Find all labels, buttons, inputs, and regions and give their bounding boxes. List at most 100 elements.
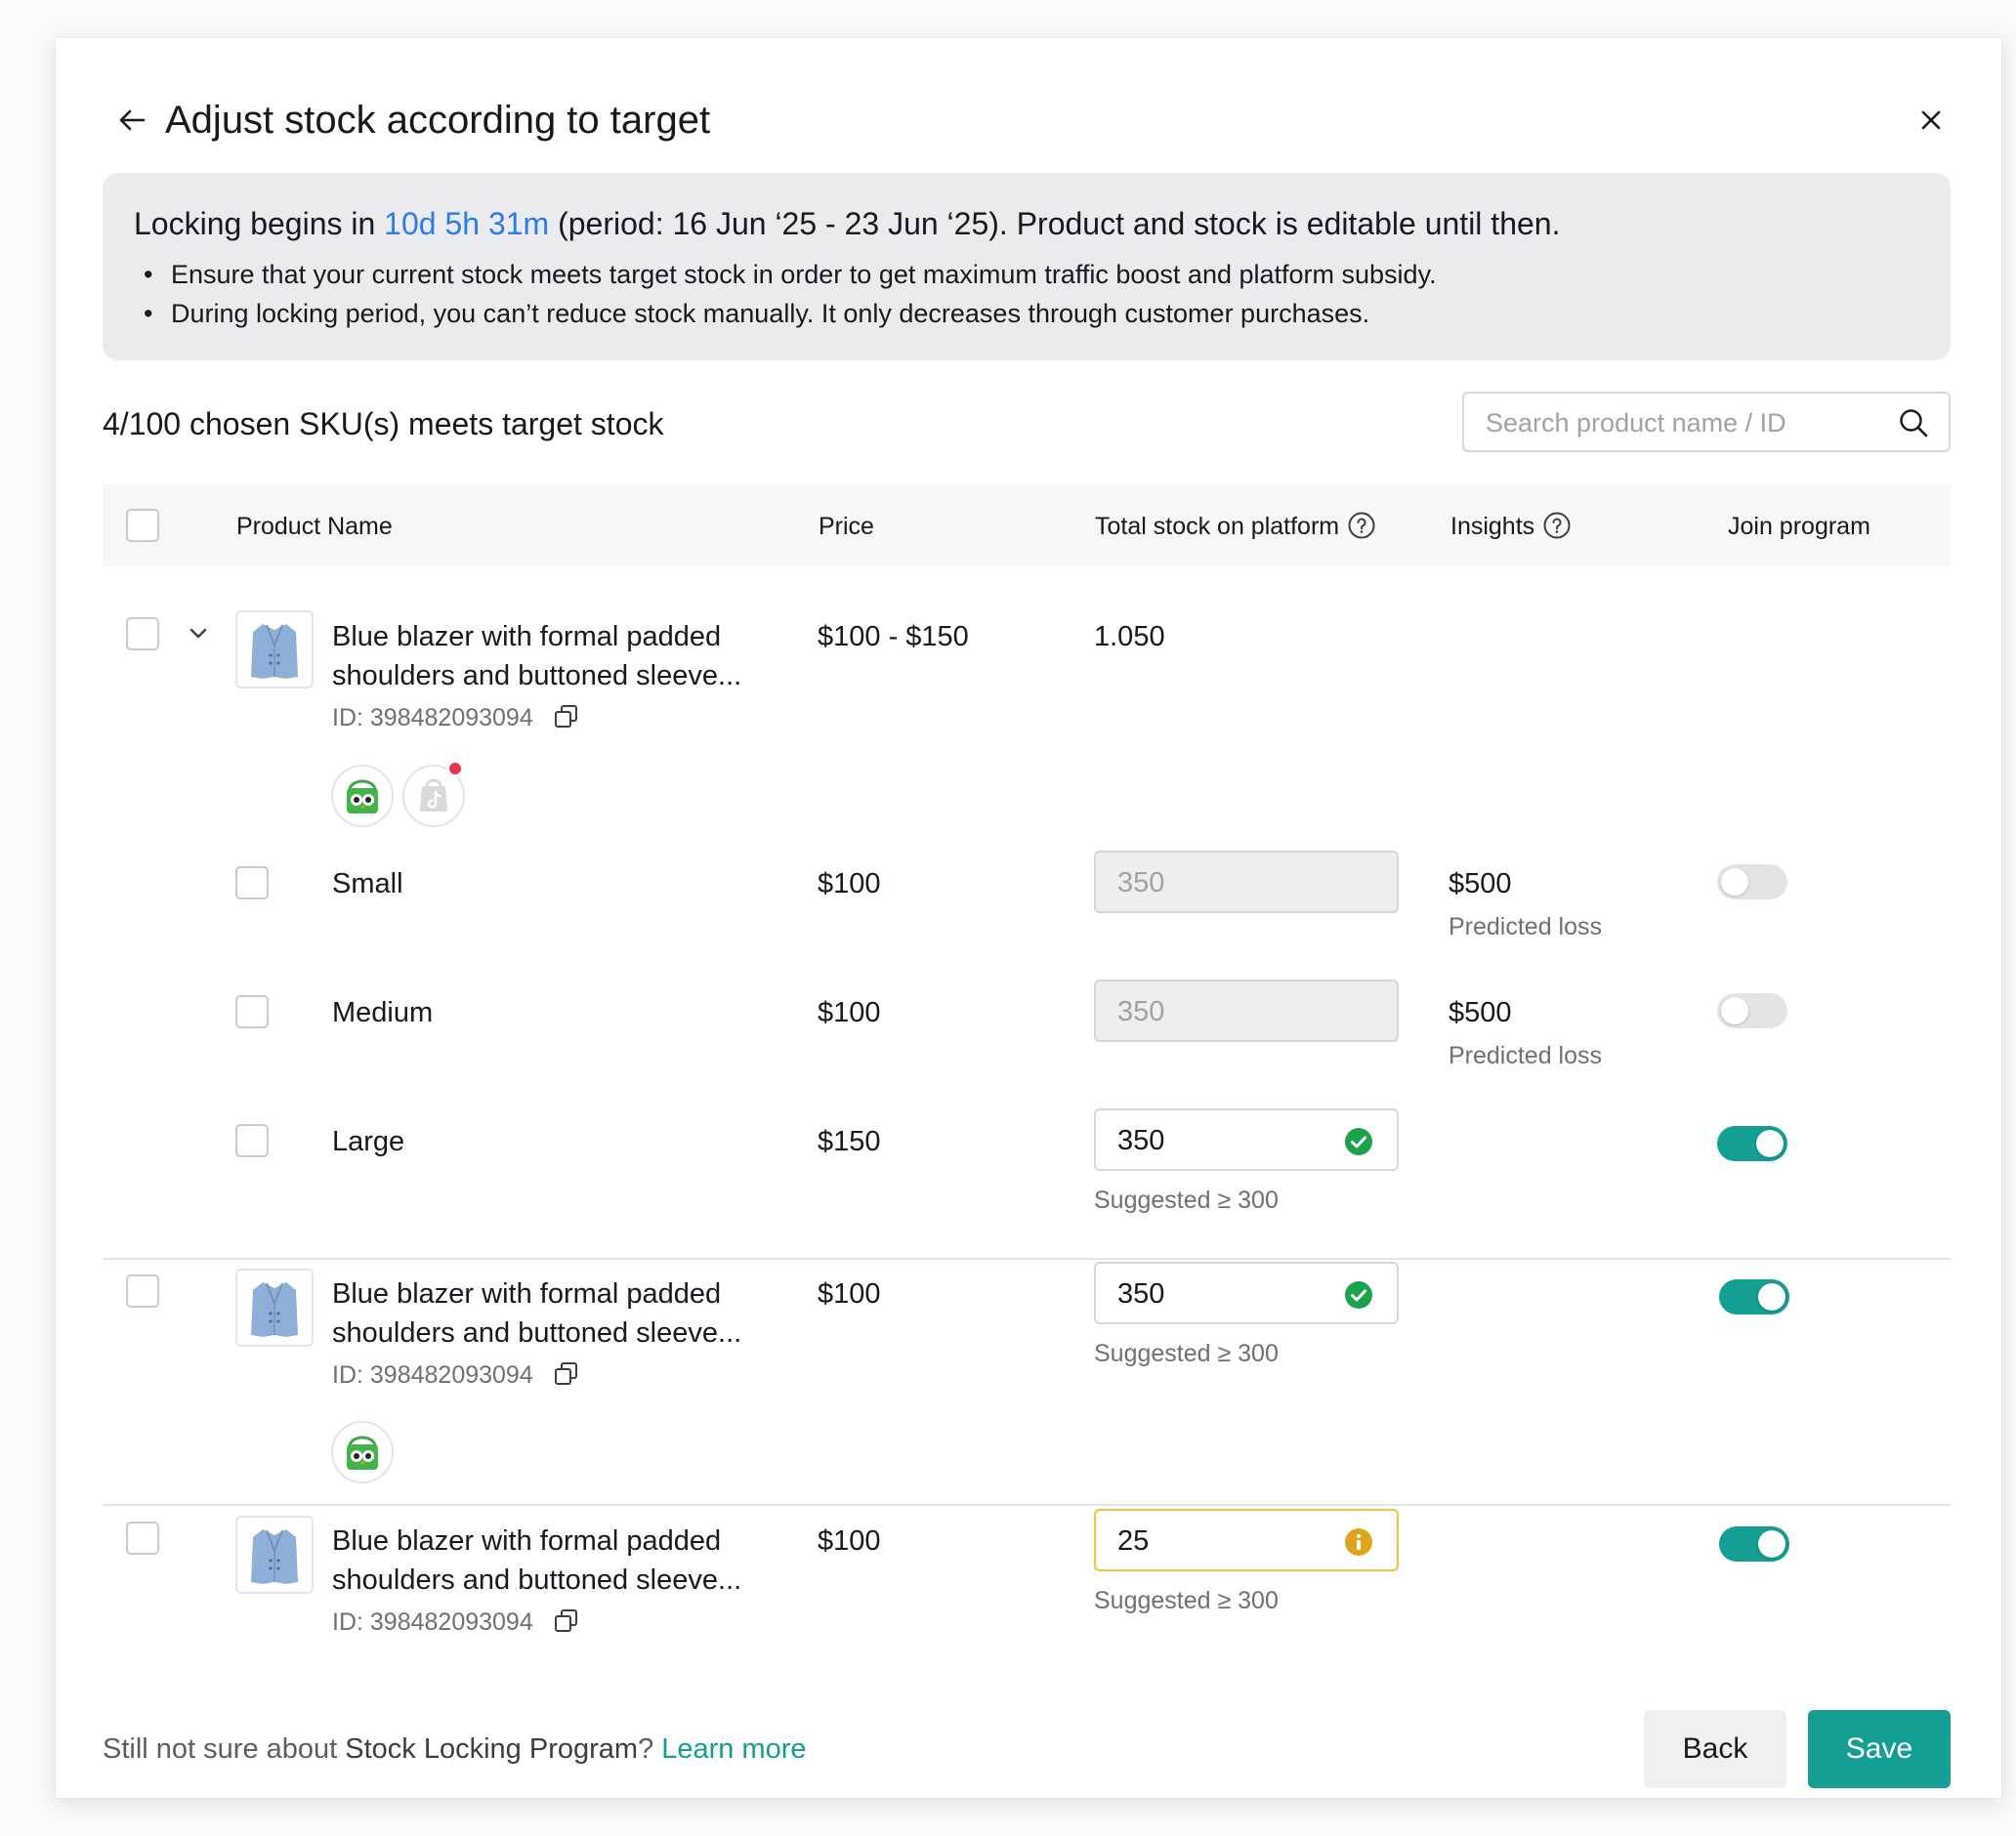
row-divider bbox=[103, 1504, 1951, 1506]
back-button[interactable]: Back bbox=[1644, 1710, 1786, 1788]
row-divider bbox=[103, 1258, 1951, 1260]
toggle-knob bbox=[1721, 868, 1748, 896]
info-circle-icon bbox=[1345, 1528, 1372, 1556]
col-total-stock-label: Total stock on platform bbox=[1095, 513, 1340, 540]
toggle-knob bbox=[1756, 1130, 1784, 1157]
product-id: ID: 398482093094 bbox=[332, 1361, 533, 1389]
footer-question-mark: ? bbox=[638, 1733, 662, 1765]
product-id: ID: 398482093094 bbox=[332, 704, 533, 731]
product-thumbnail bbox=[235, 1269, 314, 1347]
product-price: $100 bbox=[818, 1525, 881, 1557]
help-circle-icon[interactable] bbox=[1542, 511, 1572, 540]
countdown-value: 10d 5h 31m bbox=[384, 206, 550, 241]
product-name-line1: Blue blazer with formal padded bbox=[332, 1278, 722, 1310]
locking-info-banner: Locking begins in 10d 5h 31m (period: 16… bbox=[103, 173, 1951, 360]
select-all-checkbox[interactable] bbox=[126, 509, 159, 542]
blazer-image bbox=[251, 1529, 298, 1584]
variant-name: Large bbox=[332, 1126, 405, 1157]
stock-field[interactable] bbox=[1117, 1521, 1313, 1562]
join-program-toggle[interactable] bbox=[1717, 1126, 1787, 1161]
product-checkbox[interactable] bbox=[126, 617, 159, 650]
product-checkbox[interactable] bbox=[126, 1274, 159, 1308]
back-arrow-icon[interactable] bbox=[110, 99, 153, 142]
blazer-image bbox=[251, 624, 298, 679]
banner-bullet: During locking period, you can’t reduce … bbox=[134, 294, 1437, 333]
save-button[interactable]: Save bbox=[1808, 1710, 1951, 1788]
search-box[interactable] bbox=[1462, 392, 1951, 452]
stock-input[interactable] bbox=[1094, 1262, 1399, 1324]
toggle-knob bbox=[1721, 997, 1748, 1024]
copy-icon[interactable] bbox=[552, 1606, 581, 1636]
variant-price: $100 bbox=[818, 868, 881, 899]
col-insights-label: Insights bbox=[1450, 513, 1535, 540]
col-total-stock: Total stock on platform bbox=[1095, 510, 1376, 543]
join-program-toggle[interactable] bbox=[1717, 993, 1787, 1028]
stock-suggestion: Suggested ≥ 300 bbox=[1094, 1340, 1279, 1367]
product-price: $100 - $150 bbox=[818, 621, 969, 652]
toggle-knob bbox=[1758, 1283, 1785, 1311]
insight-label: Predicted loss bbox=[1449, 913, 1603, 940]
col-join-program: Join program bbox=[1728, 513, 1870, 540]
footer-program-name: Stock Locking Program bbox=[345, 1733, 639, 1765]
copy-icon[interactable] bbox=[552, 1359, 581, 1389]
product-total-stock: 1.050 bbox=[1094, 621, 1165, 652]
blazer-image bbox=[251, 1282, 298, 1337]
sku-summary: 4/100 chosen SKU(s) meets target stock bbox=[103, 406, 664, 441]
variant-checkbox[interactable] bbox=[235, 1124, 269, 1157]
variant-name: Medium bbox=[332, 997, 434, 1028]
modal-title: Adjust stock according to target bbox=[165, 99, 711, 142]
product-name-line2: shoulders and buttoned sleeve... bbox=[332, 1317, 742, 1349]
product-thumbnail bbox=[235, 1516, 314, 1594]
variant-price: $100 bbox=[818, 997, 881, 1028]
check-circle-icon bbox=[1345, 1128, 1372, 1155]
col-price: Price bbox=[819, 513, 874, 540]
stock-field bbox=[1117, 862, 1313, 903]
chevron-down-icon[interactable] bbox=[185, 620, 212, 647]
tokopedia-icon bbox=[331, 1421, 394, 1483]
stock-suggestion: Suggested ≥ 300 bbox=[1094, 1587, 1279, 1614]
locking-countdown-text: Locking begins in 10d 5h 31m (period: 16… bbox=[134, 202, 1560, 245]
stock-field bbox=[1117, 991, 1313, 1032]
stock-field[interactable] bbox=[1117, 1120, 1313, 1161]
product-name-line2: shoulders and buttoned sleeve... bbox=[332, 660, 742, 691]
banner-prefix: Locking begins in bbox=[134, 206, 385, 241]
search-input[interactable] bbox=[1486, 401, 1876, 444]
variant-checkbox[interactable] bbox=[235, 866, 269, 899]
footer-prefix: Still not sure about bbox=[103, 1733, 346, 1765]
notification-dot bbox=[447, 761, 463, 776]
banner-suffix: (period: 16 Jun ‘25 - 23 Jun ‘25). Produ… bbox=[549, 206, 1561, 241]
variant-checkbox[interactable] bbox=[235, 995, 269, 1028]
learn-more-link[interactable]: Learn more bbox=[661, 1733, 806, 1765]
copy-icon[interactable] bbox=[552, 702, 581, 731]
product-id: ID: 398482093094 bbox=[332, 1608, 533, 1636]
insight-value: $500 bbox=[1449, 997, 1512, 1028]
page-backdrop: Adjust stock according to target Locking… bbox=[0, 0, 2016, 1836]
stock-field[interactable] bbox=[1117, 1273, 1313, 1314]
product-name-line1: Blue blazer with formal padded bbox=[332, 1525, 722, 1557]
join-program-toggle[interactable] bbox=[1719, 1526, 1789, 1562]
stock-input-disabled bbox=[1094, 851, 1399, 913]
join-program-toggle[interactable] bbox=[1719, 1279, 1789, 1314]
product-checkbox[interactable] bbox=[126, 1522, 159, 1555]
stock-input-disabled bbox=[1094, 980, 1399, 1042]
check-circle-icon bbox=[1345, 1281, 1372, 1309]
join-program-toggle[interactable] bbox=[1717, 864, 1787, 899]
table-header: Product Name Price Total stock on platfo… bbox=[103, 484, 1951, 566]
variant-price: $150 bbox=[818, 1126, 881, 1157]
close-icon[interactable] bbox=[1910, 99, 1953, 142]
stock-input-warning[interactable] bbox=[1094, 1509, 1399, 1571]
col-product-name: Product Name bbox=[236, 513, 393, 540]
product-name-line2: shoulders and buttoned sleeve... bbox=[332, 1565, 742, 1596]
insight-value: $500 bbox=[1449, 868, 1512, 899]
stock-suggestion: Suggested ≥ 300 bbox=[1094, 1187, 1279, 1214]
product-price: $100 bbox=[818, 1278, 881, 1310]
search-icon[interactable] bbox=[1898, 407, 1929, 438]
help-circle-icon[interactable] bbox=[1347, 511, 1376, 540]
adjust-stock-modal: Adjust stock according to target Locking… bbox=[56, 38, 2001, 1798]
product-name-line1: Blue blazer with formal padded bbox=[332, 621, 722, 652]
product-thumbnail bbox=[235, 610, 314, 688]
stock-input[interactable] bbox=[1094, 1108, 1399, 1171]
footer-help-text: Still not sure about Stock Locking Progr… bbox=[103, 1730, 807, 1769]
variant-name: Small bbox=[332, 868, 403, 899]
banner-bullet: Ensure that your current stock meets tar… bbox=[134, 255, 1437, 294]
